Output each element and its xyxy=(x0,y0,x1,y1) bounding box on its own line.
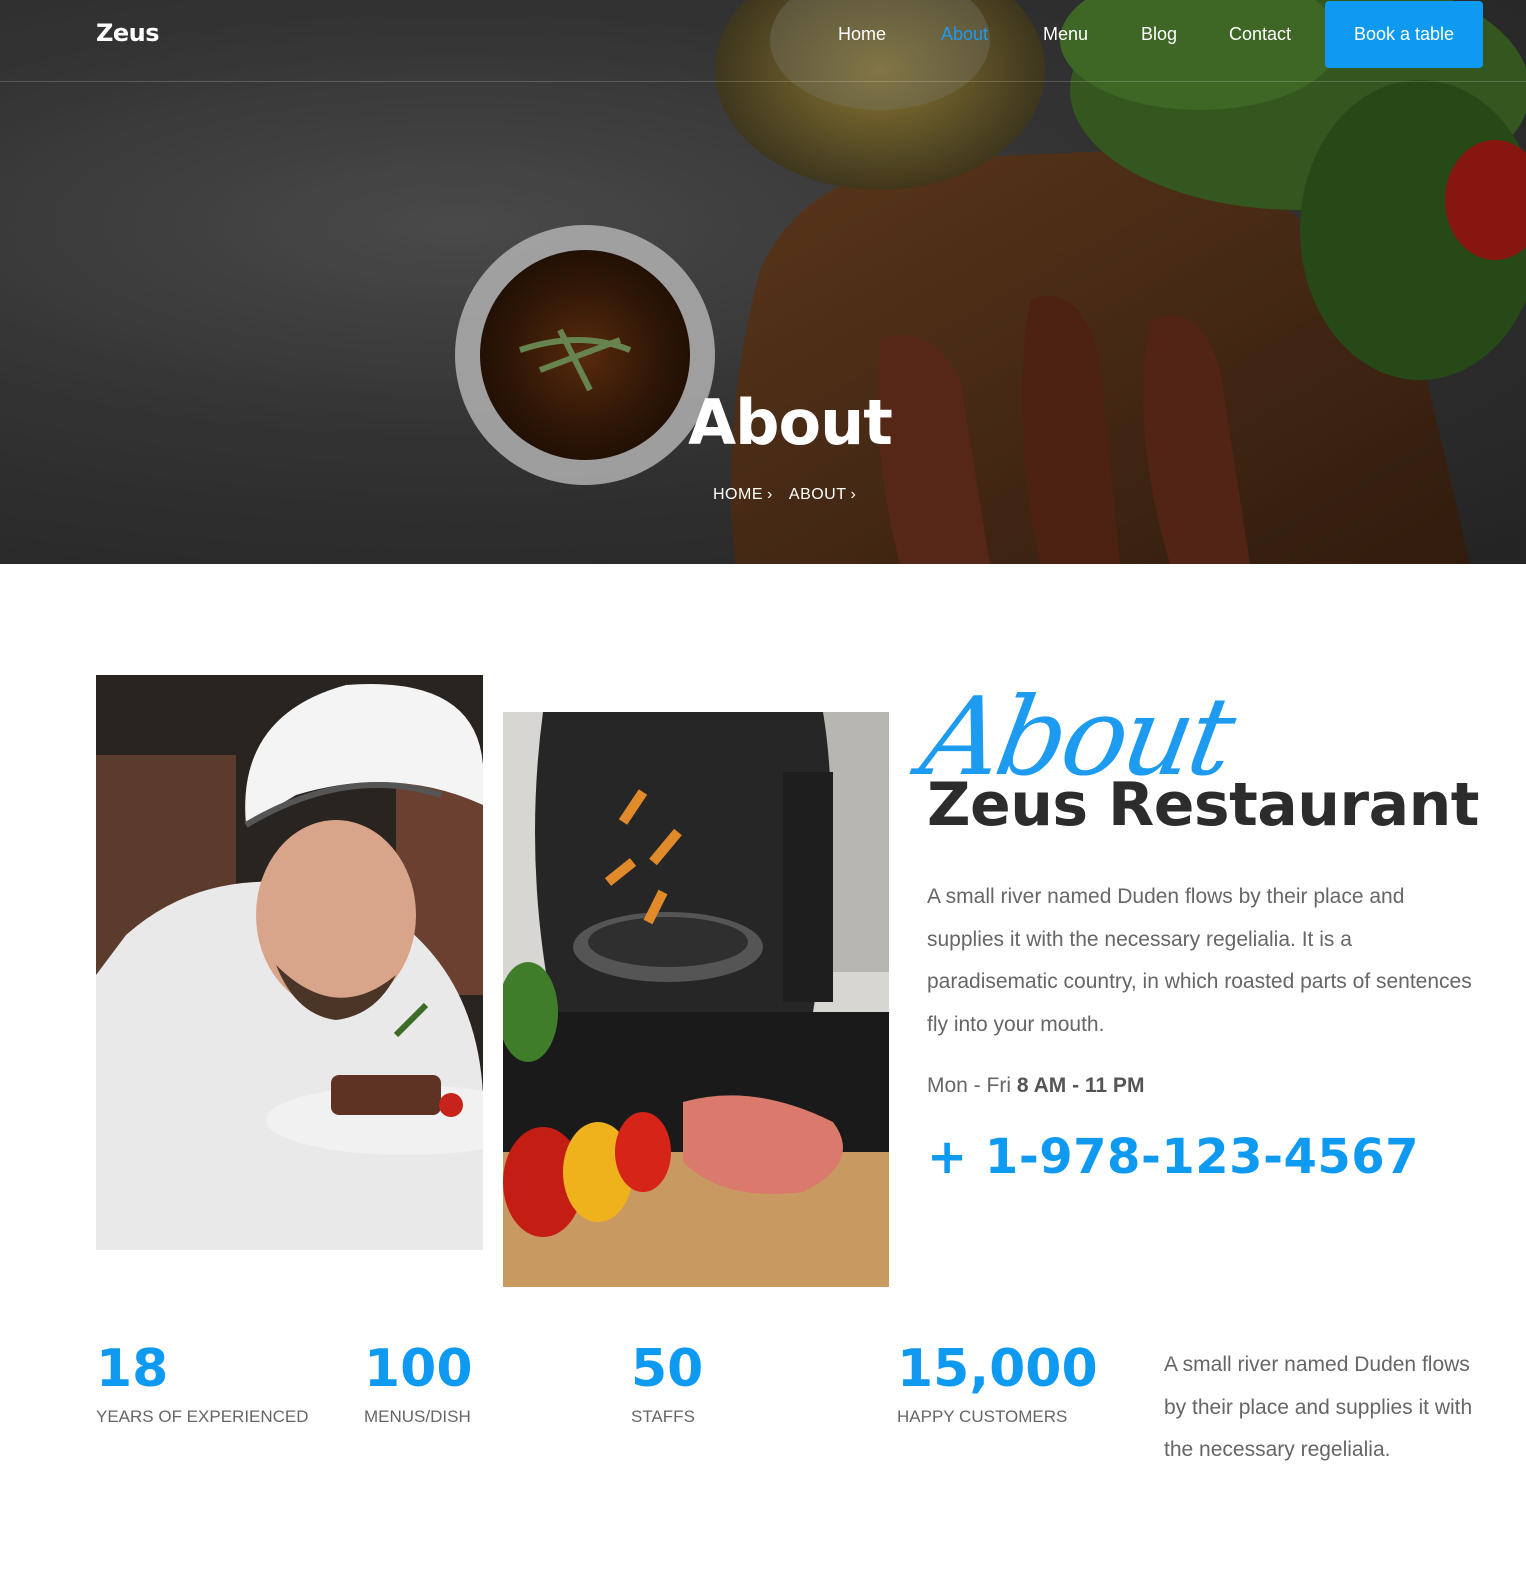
stat-number: 100 xyxy=(364,1339,473,1399)
stat-customers: 15,000 HAPPY CUSTOMERS xyxy=(897,1343,1098,1427)
chef-plating-photo xyxy=(96,675,483,1250)
nav-blog[interactable]: Blog xyxy=(1141,24,1177,45)
chevron-right-icon: › xyxy=(767,486,773,503)
hours-time: 8 AM - 11 PM xyxy=(1016,1074,1145,1097)
breadcrumb-home[interactable]: HOME › xyxy=(713,486,773,503)
nav-menu[interactable]: Menu xyxy=(1043,24,1088,45)
hero-banner: Zeus Home About Menu Blog Contact Book a… xyxy=(0,0,1526,564)
stat-label: STAFFS xyxy=(631,1407,695,1426)
about-heading: Zeus Restaurant xyxy=(927,770,1479,840)
top-navbar: Zeus Home About Menu Blog Contact Book a… xyxy=(0,0,1526,82)
opening-hours: Mon - Fri 8 AM - 11 PM xyxy=(927,1074,1144,1098)
stat-staffs: 50 STAFFS xyxy=(631,1343,703,1427)
breadcrumb-about-label: ABOUT xyxy=(788,486,847,503)
about-description: A small river named Duden flows by their… xyxy=(927,885,1472,1036)
breadcrumb-home-label: HOME xyxy=(713,486,763,503)
stats-description: A small river named Duden flows by their… xyxy=(1164,1353,1473,1461)
stat-label: MENUS/DISH xyxy=(364,1407,471,1426)
hero-overlay xyxy=(0,0,1526,564)
breadcrumb: HOME › ABOUT › xyxy=(713,486,868,504)
stat-number: 50 xyxy=(631,1339,704,1399)
chef-cooking-photo xyxy=(503,712,889,1287)
stat-menus: 100 MENUS/DISH xyxy=(364,1343,473,1427)
page-title: About xyxy=(688,386,893,459)
book-table-button[interactable]: Book a table xyxy=(1325,1,1483,68)
stat-label: YEARS OF EXPERIENCED xyxy=(96,1407,309,1426)
stat-number: 18 xyxy=(96,1339,169,1399)
phone-number[interactable]: + 1-978-123-4567 xyxy=(927,1129,1419,1185)
nav-home[interactable]: Home xyxy=(838,24,886,45)
nav-about[interactable]: About xyxy=(941,24,988,45)
breadcrumb-about: ABOUT › xyxy=(789,486,856,503)
stat-years: 18 YEARS OF EXPERIENCED xyxy=(96,1343,309,1427)
brand-logo[interactable]: Zeus xyxy=(96,19,160,47)
stat-label: HAPPY CUSTOMERS xyxy=(897,1407,1068,1426)
hours-days: Mon - Fri xyxy=(927,1074,1011,1097)
stat-number: 15,000 xyxy=(897,1339,1098,1399)
nav-contact[interactable]: Contact xyxy=(1229,24,1291,45)
chevron-right-icon: › xyxy=(850,486,857,503)
